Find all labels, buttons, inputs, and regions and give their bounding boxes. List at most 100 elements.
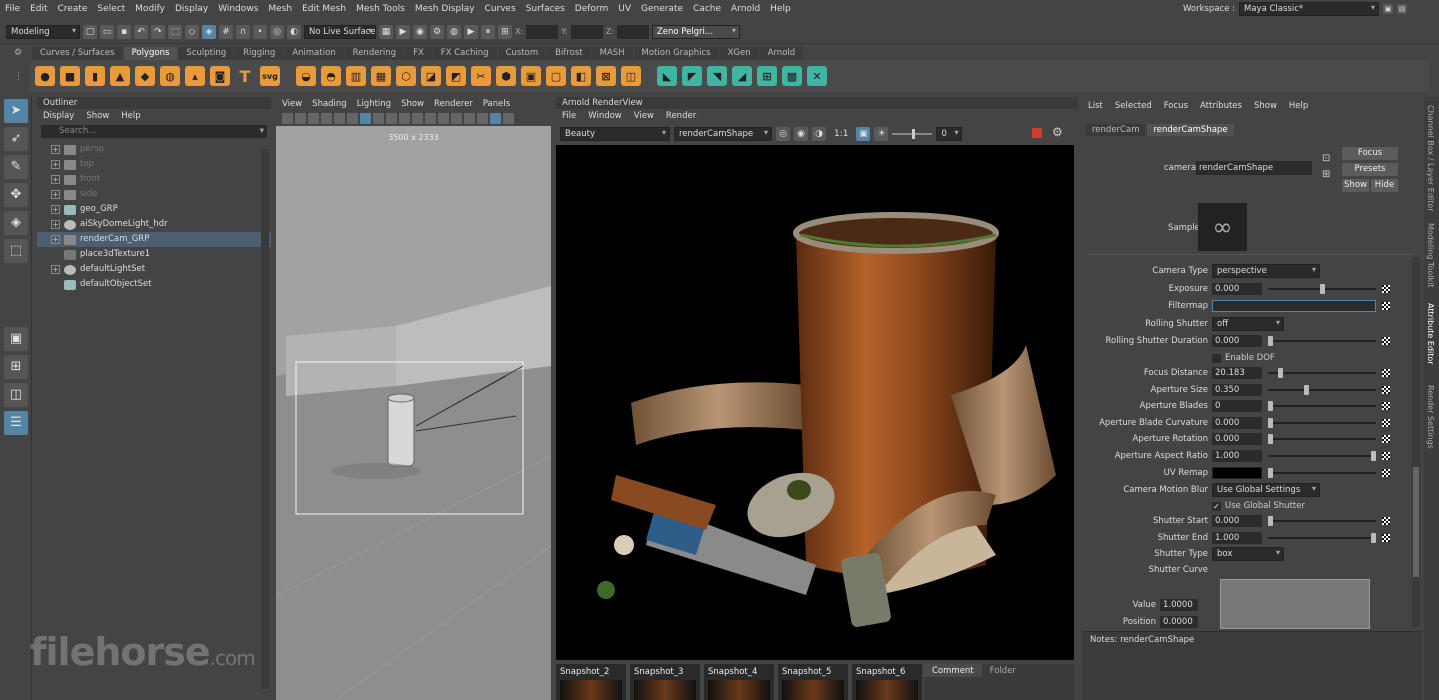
shelf-tab-rigging[interactable]: Rigging — [235, 47, 284, 60]
show-button[interactable]: Show — [1342, 179, 1369, 192]
slider-handle[interactable] — [1268, 468, 1273, 478]
snap-view-icon[interactable]: ◎ — [270, 24, 284, 39]
attr-value-field[interactable]: 1.000 — [1212, 532, 1262, 544]
resolution-gate-icon[interactable] — [360, 112, 371, 124]
workspace-dropdown[interactable]: Maya Classic* — [1239, 2, 1379, 16]
attr-dropdown[interactable]: Use Global Settings — [1212, 483, 1320, 497]
ratio-label[interactable]: 1:1 — [834, 129, 848, 139]
slider-handle[interactable] — [1268, 434, 1273, 444]
slider-handle[interactable] — [1319, 284, 1325, 294]
attr-slider[interactable] — [1268, 335, 1376, 347]
expand-icon[interactable]: + — [51, 175, 60, 184]
svg-icon[interactable]: svg — [260, 66, 280, 86]
poly-type-icon[interactable]: T — [235, 66, 255, 86]
menu-mesh-display[interactable]: Mesh Display — [410, 4, 480, 14]
menu-edit-mesh[interactable]: Edit Mesh — [297, 4, 351, 14]
poly-cone-icon[interactable]: ▲ — [110, 66, 130, 86]
render-settings-icon[interactable]: ⚙ — [430, 24, 444, 39]
safe-action-icon[interactable] — [399, 112, 410, 124]
viewport-menu-renderer[interactable]: Renderer — [434, 99, 473, 109]
lights-icon[interactable] — [451, 112, 462, 124]
lasso-tool-icon[interactable]: ➶ — [4, 127, 28, 151]
shelf-tab-animation[interactable]: Animation — [284, 47, 344, 60]
outliner-item[interactable]: + front — [37, 172, 271, 187]
uv-checker-icon[interactable]: ▩ — [782, 66, 802, 86]
snap-curve-icon[interactable]: ∩ — [236, 24, 250, 39]
renderview-menu-file[interactable]: File — [562, 111, 576, 121]
filtermap-input[interactable] — [1212, 300, 1376, 312]
map-button-icon[interactable] — [1382, 452, 1390, 460]
expand-icon[interactable]: + — [51, 205, 60, 214]
uv-layout-icon[interactable]: ✕ — [807, 66, 827, 86]
menu-deform[interactable]: Deform — [570, 4, 613, 14]
curve-value-field[interactable]: 1.0000 — [1160, 599, 1198, 611]
viewport-menu-show[interactable]: Show — [401, 99, 424, 109]
menu-help[interactable]: Help — [765, 4, 796, 14]
attribute-scrollbar[interactable] — [1412, 257, 1420, 627]
expand-icon[interactable]: + — [51, 160, 60, 169]
shelf-tab-polygons[interactable]: Polygons — [123, 47, 178, 60]
viewport-menu-view[interactable]: View — [282, 99, 302, 109]
isolate-icon[interactable] — [490, 112, 501, 124]
slider-handle[interactable] — [1268, 418, 1273, 428]
bridge-icon[interactable]: ◪ — [421, 66, 441, 86]
menu-curves[interactable]: Curves — [480, 4, 521, 14]
field-chart-icon[interactable] — [386, 112, 397, 124]
snap-point-icon[interactable]: • — [253, 24, 267, 39]
attr-value-field[interactable]: 0.350 — [1212, 384, 1262, 396]
new-scene-icon[interactable]: ▢ — [83, 24, 97, 39]
save-scene-icon[interactable]: ▪ — [117, 24, 131, 39]
render-frame-icon[interactable]: ▶ — [396, 24, 410, 39]
shelf-tab-fx-caching[interactable]: FX Caching — [432, 47, 497, 60]
outliner-scrollbar[interactable] — [261, 149, 269, 689]
select-object-icon[interactable]: ◇ — [185, 24, 199, 39]
ae-menu-help[interactable]: Help — [1289, 101, 1308, 113]
shelf-settings-icon[interactable]: ⚙ — [14, 48, 22, 58]
menu-mesh-tools[interactable]: Mesh Tools — [351, 4, 410, 14]
stop-render-icon[interactable] — [1032, 128, 1042, 138]
snap-grid-icon[interactable]: # — [219, 24, 233, 39]
rgb-channels-icon[interactable]: ◉ — [794, 127, 808, 141]
x-field[interactable] — [526, 24, 559, 39]
menu-edit[interactable]: Edit — [25, 4, 52, 14]
shelf-tab-bifrost[interactable]: Bifrost — [547, 47, 591, 60]
outliner-menu-help[interactable]: Help — [121, 111, 140, 121]
attr-slider[interactable] — [1268, 532, 1376, 544]
select-component-icon[interactable]: ◈ — [202, 24, 216, 39]
snapshot-thumbnail[interactable]: Snapshot_6 — [852, 664, 922, 700]
checkbox[interactable] — [1212, 353, 1221, 363]
outliner-item[interactable]: defaultObjectSet — [37, 277, 271, 292]
image-plane-icon[interactable] — [321, 112, 332, 124]
outliner-item[interactable]: + persp — [37, 142, 271, 157]
node-tab-rendercamshape[interactable]: renderCamShape — [1147, 124, 1234, 136]
side-tab-modeling-toolkit[interactable]: Modeling Toolkit — [1426, 223, 1435, 287]
pause-icon[interactable]: ⏸ — [481, 24, 495, 39]
bevel-icon[interactable]: ◩ — [446, 66, 466, 86]
menu-arnold[interactable]: Arnold — [726, 4, 765, 14]
search-dropdown-icon[interactable]: ▾ — [260, 125, 264, 138]
outliner-menu-show[interactable]: Show — [86, 111, 109, 121]
film-gate-icon[interactable] — [347, 112, 358, 124]
outliner-item[interactable]: + top — [37, 157, 271, 172]
poly-sphere-icon[interactable]: ● — [35, 66, 55, 86]
camera-icon[interactable] — [282, 112, 293, 124]
map-button-icon[interactable] — [1382, 517, 1390, 525]
poly-cube-icon[interactable]: ■ — [60, 66, 80, 86]
four-pane-layout-icon[interactable]: ⊞ — [4, 355, 28, 379]
outliner-item[interactable]: + defaultLightSet — [37, 262, 271, 277]
paint-select-icon[interactable]: ✎ — [4, 155, 28, 179]
expand-icon[interactable]: + — [51, 190, 60, 199]
menu-surfaces[interactable]: Surfaces — [521, 4, 570, 14]
node-tab-rendercam[interactable]: renderCam — [1086, 124, 1146, 136]
poly-plane-icon[interactable]: ◆ — [135, 66, 155, 86]
slider-handle[interactable] — [1304, 385, 1310, 395]
rotate-tool-icon[interactable]: ◈ — [4, 211, 28, 235]
window-icon-2[interactable]: ▤ — [1397, 4, 1407, 14]
viewport-menu-shading[interactable]: Shading — [312, 99, 347, 109]
multicut-icon[interactable]: ✂ — [471, 66, 491, 86]
crop-icon[interactable]: ▣ — [856, 127, 871, 141]
map-button-icon[interactable] — [1382, 419, 1390, 427]
snapshot-thumbnail[interactable]: Snapshot_4 — [704, 664, 774, 700]
camera-dropdown[interactable]: renderCamShape — [674, 127, 772, 141]
ae-menu-list[interactable]: List — [1088, 101, 1103, 113]
